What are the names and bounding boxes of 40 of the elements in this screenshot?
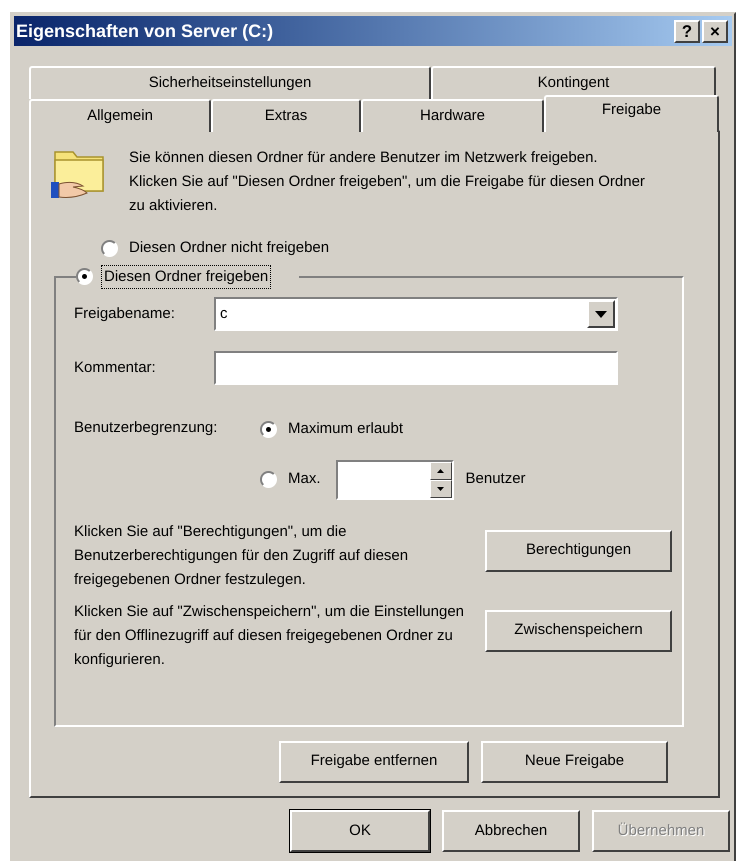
tab[interactable]: Kontingent — [431, 66, 716, 99]
radio-button[interactable] — [101, 240, 118, 257]
radio-label: Max. — [287, 469, 322, 490]
down-arrow-icon — [437, 486, 444, 490]
help-button[interactable]: ? — [674, 20, 700, 42]
caret-icon — [595, 310, 607, 318]
field-label: Freigabename: — [74, 304, 176, 324]
radio-button[interactable] — [260, 471, 277, 488]
window-title: Eigenschaften von Server (C:) — [16, 20, 274, 43]
field-label: Benutzerbegrenzung: — [74, 418, 218, 438]
tab[interactable]: Freigabe — [544, 95, 719, 132]
button[interactable]: Zwischenspeichern — [485, 610, 672, 652]
dropdown-arrow-button[interactable] — [587, 300, 615, 328]
radio-label: Diesen Ordner freigeben — [101, 264, 272, 289]
intro-text: Sie können diesen Ordner für andere Benutzer im Netzwerk freigeben. Klicken Sie auf "Diesen Ordner freigeben", um die Freigabe für diesen Ordner zu aktivieren. — [129, 148, 646, 216]
comment-field[interactable] — [214, 351, 618, 385]
field-label: Kommentar: — [74, 358, 157, 378]
description-text: Klicken Sie auf "Berechtigungen", um die Benutzerberechtigungen für den Zugriff auf diesen freigegebenen Ordner festzulegen. — [74, 522, 410, 590]
up-arrow-icon — [437, 468, 444, 472]
close-button[interactable]: × — [702, 20, 728, 42]
description-text: Klicken Sie auf "Zwischenspeichern", um die Einstellungen für den Offlinezugriff auf diesen freigegebenen Ordner zu konfigurieren. — [74, 602, 466, 670]
tab[interactable]: Extras — [211, 99, 361, 132]
button[interactable]: Neue Freigabe — [481, 740, 668, 782]
share-name-dropdown[interactable]: c — [214, 297, 618, 331]
radio-label: Maximum erlaubt — [287, 419, 404, 439]
tab[interactable]: Hardware — [361, 99, 544, 132]
tab[interactable]: Sicherheitseinstellungen — [29, 66, 431, 99]
spin-up-button[interactable] — [430, 462, 452, 480]
tab[interactable]: Allgemein — [29, 99, 211, 132]
unit-label: Benutzer — [466, 469, 526, 490]
spin-down-button[interactable] — [430, 480, 452, 498]
button[interactable]: Berechtigungen — [485, 530, 672, 572]
button[interactable]: Abbrechen — [442, 810, 580, 852]
radio-label: Diesen Ordner nicht freigeben — [128, 238, 330, 258]
dropdown-value: c — [219, 304, 228, 324]
spin-field[interactable] — [336, 460, 454, 500]
radio-button[interactable] — [76, 268, 93, 286]
button[interactable]: Freigabe entfernen — [279, 740, 469, 782]
button[interactable]: OK — [290, 810, 430, 852]
radio-button[interactable] — [260, 420, 277, 438]
